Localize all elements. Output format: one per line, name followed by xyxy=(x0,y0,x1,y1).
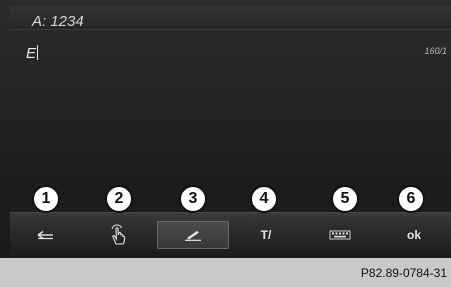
header-bar: A: 1234 xyxy=(10,6,451,30)
pen-button[interactable] xyxy=(157,221,229,249)
pen-icon xyxy=(185,231,201,241)
callout-1: 1 xyxy=(32,185,60,213)
text-input-button[interactable]: T/ xyxy=(230,221,302,249)
callout-2: 2 xyxy=(105,185,133,213)
callout-4: 4 xyxy=(250,185,278,213)
keyboard-button[interactable] xyxy=(304,221,376,249)
entry-value: E xyxy=(26,45,37,62)
ok-label: ok xyxy=(406,228,421,242)
back-arrow-icon xyxy=(37,230,53,240)
figure-caption: P82.89-0784-31 xyxy=(360,266,447,280)
ok-button[interactable]: ok xyxy=(378,221,450,249)
text-cursor xyxy=(37,45,39,60)
handwriting-hand-icon xyxy=(111,224,126,245)
character-counter: 160/1 xyxy=(424,46,447,56)
keyboard-icon xyxy=(329,230,351,240)
handwriting-button[interactable] xyxy=(83,221,155,249)
callout-3: 3 xyxy=(179,185,207,213)
input-toolbar: T/ ok xyxy=(10,212,451,258)
display-screen: A: 1234 E 160/1 T/ ok xyxy=(0,0,451,258)
text-entry-field[interactable]: E xyxy=(26,45,39,62)
callout-6: 6 xyxy=(397,185,425,213)
header-title: A: 1234 xyxy=(32,13,84,30)
callout-5: 5 xyxy=(331,185,359,213)
text-input-icon: T/ xyxy=(260,228,272,242)
back-button[interactable] xyxy=(10,221,82,249)
